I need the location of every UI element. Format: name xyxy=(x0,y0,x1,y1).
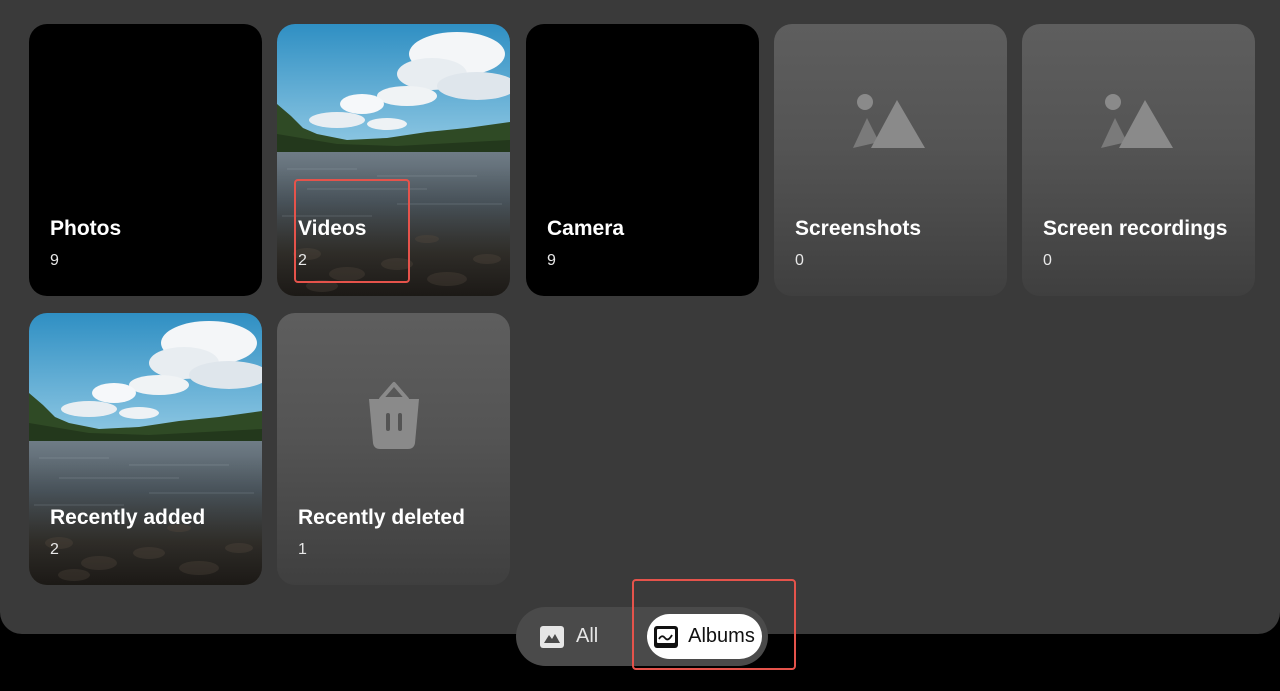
album-tile-recently-added[interactable]: Recently added 2 xyxy=(29,313,262,585)
album-image-icon xyxy=(654,625,679,648)
image-placeholder-icon xyxy=(852,94,925,148)
album-count: 9 xyxy=(547,252,556,269)
album-name: Recently deleted xyxy=(298,506,465,529)
album-count: 0 xyxy=(1043,252,1052,269)
tab-all[interactable]: All xyxy=(540,614,644,659)
album-name: Photos xyxy=(50,217,122,240)
album-count: 2 xyxy=(50,541,59,558)
landscape-image-icon xyxy=(540,625,564,648)
album-count: 2 xyxy=(298,252,307,269)
image-placeholder-icon xyxy=(1100,94,1173,148)
album-tile-screenshots[interactable]: Screenshots 0 xyxy=(774,24,1007,296)
album-tile-camera[interactable]: Camera 9 xyxy=(526,24,759,296)
trash-icon xyxy=(368,382,419,449)
album-tile-photos[interactable]: Photos 9 xyxy=(29,24,262,296)
album-tile-videos[interactable]: Videos 2 xyxy=(277,24,510,296)
bottom-tab-bar: All Albums xyxy=(516,607,768,666)
album-name: Screen recordings xyxy=(1043,217,1228,240)
album-name: Videos xyxy=(298,217,367,240)
tab-albums-label: Albums xyxy=(688,625,755,647)
gallery-app: Photos 9 Videos 2 Camera 9 Screenshots 0 xyxy=(0,0,1280,691)
album-name: Screenshots xyxy=(795,217,922,240)
album-name: Recently added xyxy=(50,506,206,529)
album-name: Camera xyxy=(547,217,625,240)
albums-panel: Photos 9 Videos 2 Camera 9 Screenshots 0 xyxy=(0,0,1280,634)
tab-albums[interactable]: Albums xyxy=(647,614,762,659)
album-count: 9 xyxy=(50,252,59,269)
tab-all-label: All xyxy=(576,625,599,647)
album-tile-screen-recordings[interactable]: Screen recordings 0 xyxy=(1022,24,1255,296)
album-tile-recently-deleted[interactable]: Recently deleted 1 xyxy=(277,313,510,585)
album-count: 0 xyxy=(795,252,804,269)
album-count: 1 xyxy=(298,541,307,558)
